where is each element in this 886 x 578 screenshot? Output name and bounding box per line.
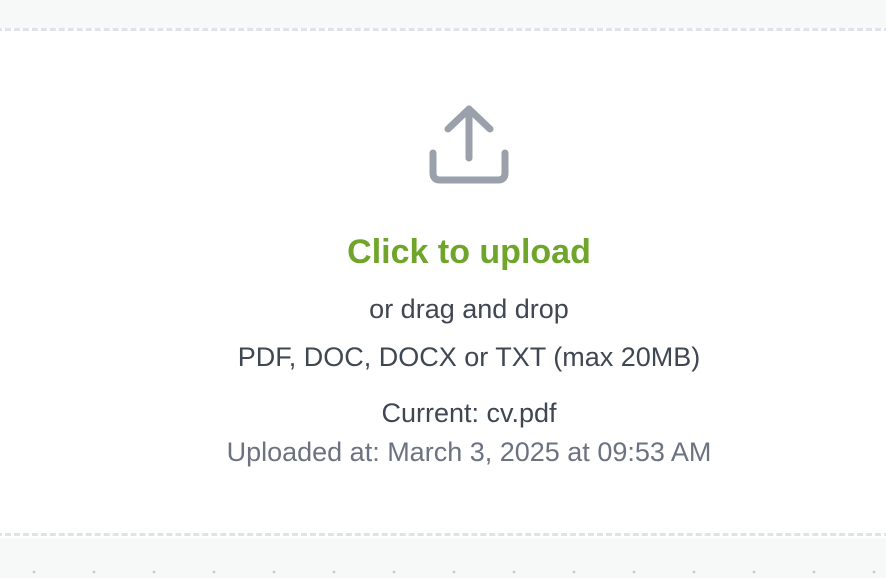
click-to-upload-link[interactable]: Click to upload <box>0 230 886 274</box>
uploaded-at-timestamp: Uploaded at: March 3, 2025 at 09:53 AM <box>226 437 712 467</box>
drag-and-drop-hint: or drag and drop <box>369 294 569 324</box>
current-file-name: Current: cv.pdf <box>381 398 557 428</box>
page-background-bottom <box>0 538 886 578</box>
page-background-top <box>0 0 886 29</box>
allowed-formats-hint: PDF, DOC, DOCX or TXT (max 20MB) <box>237 342 701 372</box>
upload-icon[interactable] <box>428 103 510 185</box>
